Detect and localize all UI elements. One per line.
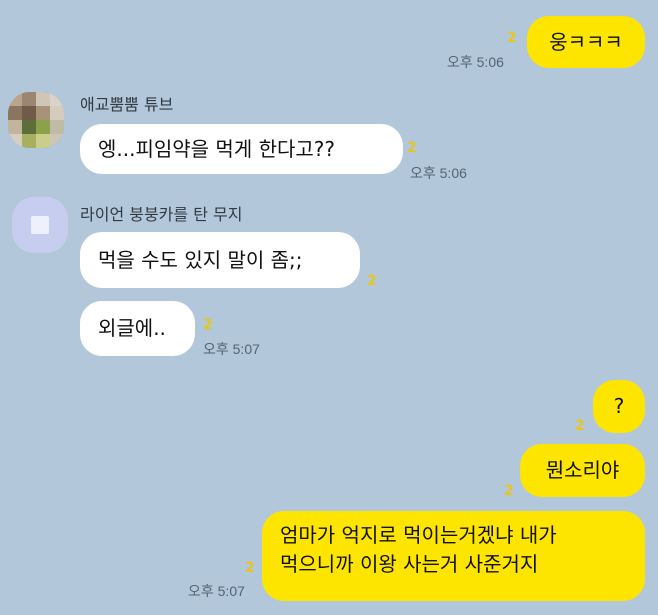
message-text-line: 먹으니까 이왕 사는거 사준거지: [280, 552, 539, 576]
profile-avatar[interactable]: [12, 197, 68, 253]
message-bubble-6[interactable]: 뭔소리야: [520, 444, 645, 497]
unread-count: 2: [575, 418, 585, 434]
message-text: 뭔소리야: [545, 458, 620, 482]
message-bubble-2[interactable]: 엥...피임약을 먹게 한다고??: [80, 124, 403, 174]
message-bubble-1[interactable]: 웅ㅋㅋㅋ: [527, 16, 645, 68]
message-time: 오후 5:06: [410, 165, 467, 181]
message-text-line: 엄마가 억지로 먹이는거겠냐 내가: [280, 523, 557, 547]
unread-count: 2: [407, 140, 417, 156]
message-text: 웅ㅋㅋㅋ: [549, 29, 623, 54]
message-bubble-5[interactable]: ?: [593, 380, 645, 433]
default-profile-icon: [31, 216, 49, 234]
unread-count: 2: [507, 30, 517, 46]
sender-name: 애교뿜뿜 튜브: [80, 95, 174, 114]
message-bubble-3[interactable]: 먹을 수도 있지 말이 좀;;: [80, 232, 360, 288]
unread-count: 2: [367, 273, 377, 289]
message-text: ?: [613, 394, 625, 418]
message-text: 엥...피임약을 먹게 한다고??: [98, 136, 336, 161]
message-time: 오후 5:06: [447, 54, 504, 70]
message-bubble-4[interactable]: 외글에..: [80, 301, 195, 356]
sender-name: 라이언 붕붕카를 탄 무지: [80, 205, 243, 224]
message-text: 외글에..: [98, 316, 166, 340]
message-bubble-7[interactable]: 엄마가 억지로 먹이는거겠냐 내가 먹으니까 이왕 사는거 사준거지: [262, 511, 645, 601]
message-time: 오후 5:07: [188, 583, 245, 599]
unread-count: 2: [203, 317, 213, 333]
message-text: 먹을 수도 있지 말이 좀;;: [98, 247, 303, 272]
unread-count: 2: [504, 483, 514, 499]
unread-count: 2: [245, 560, 255, 576]
message-time: 오후 5:07: [203, 341, 260, 357]
profile-avatar[interactable]: [8, 92, 64, 148]
